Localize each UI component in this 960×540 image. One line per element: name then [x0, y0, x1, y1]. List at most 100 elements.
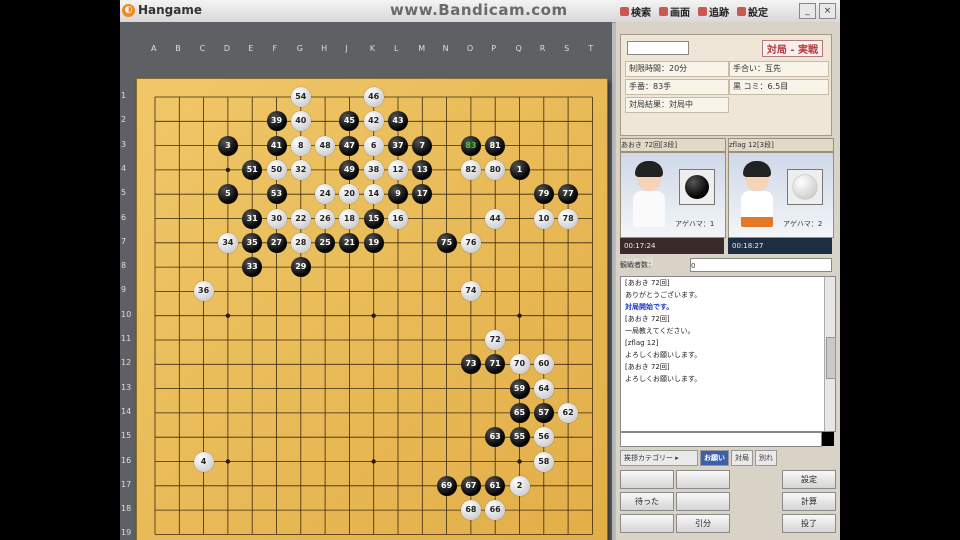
chat-tab[interactable]: 対局 [731, 450, 753, 466]
black-stone: 57 [533, 402, 554, 423]
row-label: 11 [121, 334, 132, 343]
menu-search[interactable]: 検索 [620, 4, 651, 19]
player2-captures: アゲハマ：2 [783, 220, 823, 228]
row-label: 19 [121, 528, 132, 538]
action-button[interactable]: 設定 [782, 470, 836, 489]
white-stone: 8 [290, 135, 311, 156]
black-stone: 7 [412, 135, 433, 156]
row-label: 2 [121, 115, 127, 125]
action-button[interactable]: 待った [620, 492, 674, 511]
black-stone: 25 [315, 232, 336, 253]
white-stone: 22 [290, 208, 311, 229]
black-stone: 51 [242, 159, 263, 180]
chat-tab[interactable]: 挨拶カテゴリー ▸ [620, 450, 698, 466]
row-label: 15 [121, 431, 132, 441]
action-button[interactable]: 引分 [676, 514, 730, 533]
player1-captures: アゲハマ：1 [675, 220, 715, 228]
white-stone: 34 [217, 232, 238, 253]
action-button[interactable]: 投了 [782, 514, 836, 533]
black-stone: 3 [217, 135, 238, 156]
player2-timer: 00:18:2730秒 3回 [728, 238, 832, 266]
side-panel: 対局 - 実戦 制限時間：20分 手合い：互先 手番：83手 黒 コミ：6.5目… [616, 22, 840, 540]
row-label: 17 [121, 479, 132, 489]
player1-avatar [629, 161, 669, 231]
black-stone: 29 [290, 257, 311, 278]
row-label: 6 [121, 212, 127, 222]
column-label: J [345, 44, 348, 53]
info-row-3: 対局結果：対局中 [625, 97, 829, 113]
black-stone: 15 [363, 208, 384, 229]
menu-track[interactable]: 追跡 [698, 4, 729, 19]
chat-message: [zflag 12] [625, 339, 659, 347]
white-stone: 82 [460, 159, 481, 180]
chat-color-button[interactable] [822, 432, 834, 446]
chat-tab[interactable]: 別れ [755, 450, 777, 466]
chat-message: 一局教えてください。 [625, 327, 695, 335]
menu-screen[interactable]: 画面 [659, 4, 690, 19]
row-label: 13 [121, 382, 132, 392]
row-label: 3 [121, 139, 127, 149]
column-label: E [248, 44, 254, 53]
chat-scrollbar[interactable] [824, 277, 836, 431]
info-row-1: 制限時間：20分 手合い：互先 [625, 61, 829, 77]
handicap: 手合い：互先 [729, 61, 829, 77]
black-stone: 75 [436, 232, 457, 253]
column-label: C [199, 44, 206, 53]
black-stone: 47 [339, 135, 360, 156]
row-label: 9 [121, 285, 127, 295]
logo-text: Hangame [138, 3, 203, 17]
column-label: G [296, 44, 303, 53]
star-point [371, 459, 376, 464]
search-icon [620, 7, 629, 16]
action-button[interactable] [620, 514, 674, 533]
column-label: S [564, 44, 570, 53]
white-stone: 48 [315, 135, 336, 156]
minimize-button[interactable]: _ [799, 3, 816, 19]
match-title: 対局 - 実戦 [761, 40, 823, 57]
black-stone-indicator [679, 169, 715, 205]
white-stone: 2 [509, 475, 530, 496]
menu-settings[interactable]: 設定 [737, 4, 768, 19]
row-label: 18 [121, 504, 132, 514]
white-stone: 60 [533, 354, 554, 375]
black-stone: 83 [460, 135, 481, 156]
action-button[interactable] [620, 470, 674, 489]
player2-avatar [737, 161, 777, 231]
spectator-label: 観戦者数： [620, 261, 655, 269]
action-button[interactable] [676, 470, 730, 489]
track-icon [698, 7, 707, 16]
action-button[interactable]: 計算 [782, 492, 836, 511]
window-controls: _ × [799, 3, 836, 19]
white-stone: 70 [509, 354, 530, 375]
spectator-dropdown[interactable]: 0 [690, 258, 832, 272]
player1-card: アゲハマ：1 [620, 152, 726, 238]
black-stone: 1 [509, 159, 530, 180]
white-stone: 6 [363, 135, 384, 156]
chat-tab[interactable]: お願い [700, 450, 729, 466]
chat-log[interactable]: [あおき 72回] ありがとうございます。 対局開始です。 [あおき 72回] 一局教え… [620, 276, 836, 432]
white-stone: 44 [485, 208, 506, 229]
chat-input[interactable] [620, 432, 822, 447]
black-stone: 61 [485, 475, 506, 496]
match-info-header: 対局 - 実戦 [623, 37, 829, 57]
chat-message: [あおき 72回] [625, 363, 670, 371]
row-label: 12 [121, 358, 132, 368]
star-point [371, 313, 376, 318]
white-stone: 68 [460, 500, 481, 521]
row-label: 14 [121, 406, 132, 416]
white-stone: 10 [533, 208, 554, 229]
move-count: 手番：83手 [625, 79, 729, 95]
black-stone: 39 [266, 111, 287, 132]
title-bar: ◐ Hangame www.Bandicam.com 検索 画面 追跡 設定 _… [120, 0, 840, 23]
chat-tabs: 挨拶カテゴリー ▸ お願い 対局 別れ [620, 450, 834, 466]
game-window: ◐ Hangame www.Bandicam.com 検索 画面 追跡 設定 _… [120, 0, 840, 540]
player2-card: アゲハマ：2 [728, 152, 834, 238]
action-button[interactable] [676, 492, 730, 511]
white-stone: 50 [266, 159, 287, 180]
go-board[interactable]: 54 46 39 40 45 42 43 3 41 8 48 47 6 37 7 83 81 51 50 32 49 38… [136, 78, 608, 540]
black-stone: 81 [485, 135, 506, 156]
close-button[interactable]: × [819, 3, 836, 19]
black-stone-icon [685, 175, 709, 199]
player1-name: あおき 72回[3段] [620, 138, 726, 152]
hangame-logo-icon: ◐ [122, 3, 135, 17]
